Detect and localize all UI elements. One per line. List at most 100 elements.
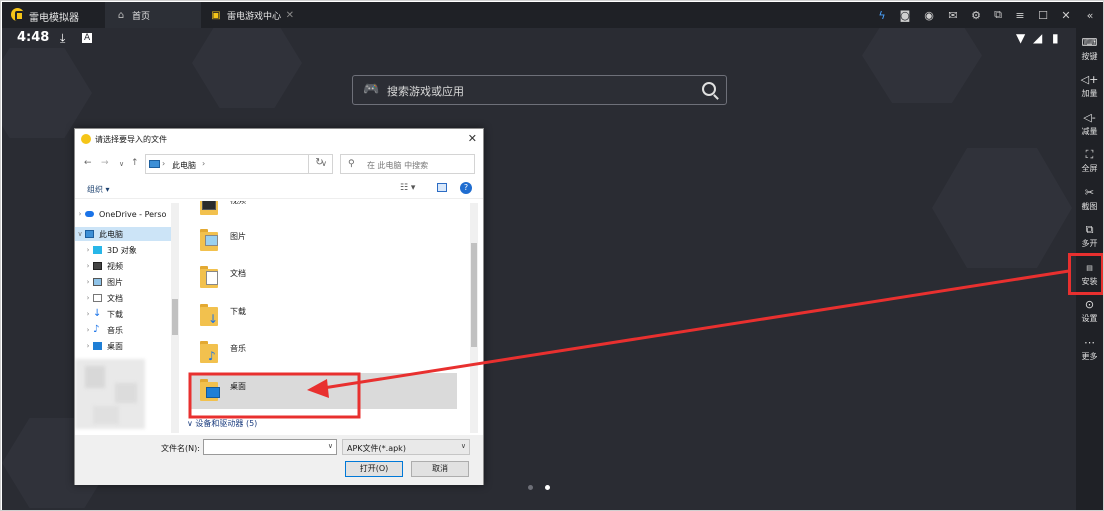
nav-pane-scrollbar[interactable] <box>171 203 179 433</box>
nav-item-downloads[interactable]: › ↓ 下载 <box>75 307 179 321</box>
nav-item-onedrive[interactable]: › OneDrive - Perso <box>75 207 179 221</box>
nav-item-label: OneDrive - Perso <box>99 209 167 219</box>
filename-label: 文件名(N): <box>161 444 200 453</box>
video-folder-icon <box>93 262 102 270</box>
file-open-dialog: 请选择要导入的文件 ✕ ← → ∨ ↑ › 此电脑 › ∨ ↻ ⚲ 在 此电脑 … <box>74 128 484 485</box>
ldplayer-logo-icon <box>11 8 24 21</box>
notification-a-icon: A <box>82 33 93 43</box>
tab-home[interactable]: ⌂ 首页 <box>105 2 201 28</box>
wifi-icon: ▼ <box>1016 31 1026 45</box>
chevron-down-icon: ∨ <box>460 442 466 450</box>
chevron-right-icon: › <box>202 159 206 168</box>
search-bar[interactable]: 🎮 搜索游戏或应用 <box>352 75 727 105</box>
page-dot-active[interactable] <box>545 485 550 490</box>
pc-icon <box>85 230 94 238</box>
mail-icon[interactable]: ✉ <box>943 6 963 24</box>
maximize-icon[interactable]: ☐ <box>1033 6 1053 24</box>
nav-item-music[interactable]: › ♪ 音乐 <box>75 323 179 337</box>
refresh-button[interactable]: ↻ <box>308 154 330 174</box>
title-bar: 雷电模拟器 ⌂ 首页 ▣ 雷电游戏中心 ✕ ϟ ◙ ◉ ✉ ⚙ ⧉ ≡ ☐ ✕ … <box>2 2 1103 28</box>
documents-folder-icon <box>93 294 102 302</box>
tab-close-icon[interactable]: ✕ <box>286 10 294 21</box>
nav-item-label: 桌面 <box>107 341 123 351</box>
folder-item-videos[interactable]: 视频 <box>189 201 457 223</box>
search-icon[interactable] <box>702 82 716 96</box>
devices-group-header[interactable]: ∨ 设备和驱动器 (5) <box>187 418 467 430</box>
desktop-folder-icon <box>200 379 224 401</box>
recent-dropdown-icon[interactable]: ∨ <box>119 160 124 168</box>
chevron-down-icon[interactable]: ∨ <box>328 442 333 450</box>
up-arrow-icon[interactable]: ↑ <box>131 158 139 168</box>
sidebar-item-more[interactable]: ⋯ 更多 <box>1076 336 1103 362</box>
pictures-folder-icon <box>200 229 224 251</box>
preview-pane-icon[interactable] <box>437 183 447 192</box>
menu-icon[interactable]: ⧉ <box>988 6 1008 24</box>
sidebar-item-multi-open[interactable]: ⧉ 多开 <box>1076 223 1103 249</box>
collapse-icon[interactable]: « <box>1080 6 1100 24</box>
sidebar-item-fullscreen[interactable]: ⛶ 全屏 <box>1076 148 1103 174</box>
blurred-region <box>115 383 137 403</box>
sidebar-item-screenshot[interactable]: ✂ 截图 <box>1076 186 1103 212</box>
sidebar-item-label: 截图 <box>1081 202 1098 211</box>
filetype-select[interactable]: APK文件(*.apk) ∨ <box>342 439 470 455</box>
address-bar[interactable]: › 此电脑 › ∨ <box>145 154 333 174</box>
user-icon[interactable]: ◉ <box>919 6 939 24</box>
nav-item-videos[interactable]: › 视频 <box>75 259 179 273</box>
gamepad-icon[interactable]: ◙ <box>895 6 915 24</box>
scissors-icon: ✂ <box>1084 186 1095 199</box>
scrollbar-thumb[interactable] <box>471 243 477 347</box>
nav-item-label: 视频 <box>107 261 123 271</box>
page-dot[interactable] <box>528 485 533 490</box>
folder-item-desktop[interactable]: 桌面 <box>189 373 457 409</box>
sidebar-item-volume-up[interactable]: ◁+ 加量 <box>1076 73 1103 99</box>
download-arrow-icon: ↓ <box>93 308 102 319</box>
tab-game-center[interactable]: ▣ 雷电游戏中心 ✕ <box>202 2 300 28</box>
nav-item-label: 3D 对象 <box>107 245 137 255</box>
documents-folder-icon <box>200 266 224 288</box>
organize-menu[interactable]: 组织 ▾ <box>87 184 110 195</box>
nav-item-desktop[interactable]: › 桌面 <box>75 339 179 353</box>
sidebar-item-volume-down[interactable]: ◁- 减量 <box>1076 111 1103 137</box>
folder-item-music[interactable]: ♪ 音乐 <box>189 335 457 371</box>
nav-item-this-pc[interactable]: ∨ 此电脑 <box>75 227 179 241</box>
settings-icon[interactable]: ⚙ <box>966 6 986 24</box>
dialog-close-icon[interactable]: ✕ <box>468 132 477 145</box>
folder-name: 视频 <box>230 201 246 206</box>
bg-hexagon <box>932 148 1072 268</box>
3d-objects-icon <box>93 246 102 254</box>
open-button[interactable]: 打开(O) <box>345 461 403 477</box>
sidebar-item-settings[interactable]: ⊙ 设置 <box>1076 298 1103 324</box>
nav-item-documents[interactable]: › 文档 <box>75 291 179 305</box>
gamepad-icon: 🎮 <box>363 82 380 97</box>
minimize-icon[interactable]: ≡ <box>1010 6 1030 24</box>
nav-item-pictures[interactable]: › 图片 <box>75 275 179 289</box>
home-icon: ⌂ <box>117 9 125 21</box>
cancel-button[interactable]: 取消 <box>411 461 469 477</box>
help-icon[interactable]: ? <box>460 182 472 194</box>
lightning-icon[interactable]: ϟ <box>872 6 892 24</box>
nav-item-3d-objects[interactable]: › 3D 对象 <box>75 243 179 257</box>
ldplayer-logo-icon <box>81 134 91 144</box>
filename-input[interactable]: ∨ <box>203 439 337 455</box>
dialog-search-input[interactable]: ⚲ 在 此电脑 中搜索 <box>340 154 475 174</box>
view-options-icon[interactable]: ☷ ▾ <box>400 183 415 193</box>
folder-item-documents[interactable]: 文档 <box>189 260 457 296</box>
bg-hexagon <box>192 28 302 108</box>
folder-item-pictures[interactable]: 图片 <box>189 223 457 259</box>
tab-game-center-label: 雷电游戏中心 <box>227 11 282 22</box>
keyboard-icon: ⌨ <box>1081 36 1098 49</box>
forward-arrow-icon[interactable]: → <box>101 158 109 168</box>
chevron-right-icon: › <box>162 159 166 168</box>
sidebar-item-keys[interactable]: ⌨ 按键 <box>1076 36 1103 62</box>
chevron-right-icon: › <box>86 246 90 254</box>
close-icon[interactable]: ✕ <box>1056 6 1076 24</box>
folder-item-downloads[interactable]: ↓ 下载 <box>189 298 457 334</box>
scrollbar-thumb[interactable] <box>172 299 178 335</box>
file-list-scrollbar[interactable] <box>470 203 478 433</box>
nav-item-label: 此电脑 <box>99 229 123 239</box>
chevron-right-icon: › <box>78 210 82 218</box>
battery-icon: ▮ <box>1052 31 1059 45</box>
back-arrow-icon[interactable]: ← <box>84 158 92 168</box>
chevron-right-icon: › <box>86 278 90 286</box>
desktop-folder-icon <box>93 342 102 350</box>
